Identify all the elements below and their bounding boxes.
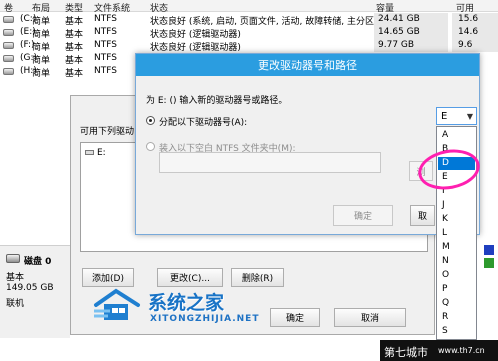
drive-letter-combo[interactable]: E ▼ [436, 107, 477, 125]
dropdown-option[interactable]: Q [438, 297, 475, 310]
filesystem-cell: NTFS [94, 14, 117, 24]
drive-icon [3, 55, 14, 62]
layout-cell: 简单 [32, 69, 51, 79]
table-row[interactable]: (F:) 简单 基本 NTFS 状态良好 (逻辑驱动器) 9.77 GB 9.6 [0, 39, 498, 53]
disk-icon [6, 254, 20, 263]
filesystem-cell: NTFS [94, 53, 117, 63]
cancel-button[interactable]: 取 [410, 205, 435, 226]
table-row[interactable]: (C:) 简单 基本 NTFS 状态良好 (系统, 启动, 页面文件, 活动, … [0, 13, 498, 27]
free-cell: 9.6 [458, 40, 473, 50]
capacity-cell: 9.77 GB [378, 40, 415, 50]
disk-size: 149.05 GB [6, 283, 54, 293]
type-cell: 基本 [65, 69, 84, 79]
watermark-title: 系统之家 [148, 292, 225, 314]
delete-button[interactable]: 删除(R) [231, 268, 284, 287]
dropdown-option[interactable]: P [438, 283, 475, 296]
capacity-cell: 14.65 GB [378, 27, 420, 37]
legend-strip-green [484, 258, 494, 268]
filesystem-cell: NTFS [94, 66, 117, 76]
disk-status: 联机 [6, 299, 25, 309]
dialog-prompt: 为 E: () 输入新的驱动器号或路径。 [146, 96, 288, 106]
dialog-title[interactable]: 更改驱动器号和路径 [136, 54, 479, 76]
site-watermark: 系统之家 XITONGZHIJIA.NET [92, 287, 288, 327]
free-cell: 15.6 [458, 14, 479, 24]
house-logo-icon [94, 288, 140, 320]
badge-name: 第七城市 [384, 346, 428, 359]
drive-icon [3, 16, 14, 23]
folder-path-input[interactable] [159, 152, 381, 173]
dropdown-option[interactable]: R [438, 311, 475, 324]
filesystem-cell: NTFS [94, 40, 117, 50]
corner-badge: 第七城市 www.th7.cn [380, 340, 498, 361]
list-item[interactable]: E: [85, 148, 106, 158]
capacity-cell: 24.41 GB [378, 14, 420, 24]
disk-name: 磁盘 0 [24, 257, 52, 267]
ok-button[interactable]: 确定 [333, 205, 393, 226]
outer-cancel-button[interactable]: 取消 [334, 308, 406, 327]
disk-type: 基本 [6, 273, 25, 283]
table-row[interactable]: (E:) 简单 基本 NTFS 状态良好 (逻辑驱动器) 14.65 GB 14… [0, 26, 498, 40]
dropdown-option[interactable]: J [438, 199, 475, 212]
dropdown-option[interactable]: K [438, 213, 475, 226]
filesystem-cell: NTFS [94, 27, 117, 37]
change-button[interactable]: 更改(C)... [157, 268, 223, 287]
free-cell: 14.6 [458, 27, 479, 37]
dropdown-option[interactable]: S [438, 325, 475, 338]
volume-table-header: 卷 布局 类型 文件系统 状态 容量 可用 [0, 0, 498, 14]
drive-icon [3, 68, 14, 75]
drive-icon [85, 150, 94, 155]
watermark-subtitle: XITONGZHIJIA.NET [150, 314, 260, 324]
dropdown-option[interactable]: A [438, 129, 475, 142]
assign-letter-radio[interactable] [146, 116, 155, 125]
chevron-down-icon[interactable]: ▼ [467, 112, 473, 121]
outer-dialog-label: 可用下列驱动 [80, 127, 135, 137]
mount-folder-radio[interactable] [146, 142, 155, 151]
drive-icon [3, 42, 14, 49]
dropdown-option[interactable]: M [438, 241, 475, 254]
list-item-label: E: [97, 148, 106, 158]
add-button[interactable]: 添加(D) [82, 268, 134, 287]
dropdown-option[interactable]: L [438, 227, 475, 240]
dropdown-option[interactable]: O [438, 269, 475, 282]
badge-url: www.th7.cn [438, 346, 485, 355]
dropdown-option[interactable]: N [438, 255, 475, 268]
disk-panel: 磁盘 0 基本 149.05 GB 联机 [0, 245, 70, 338]
assign-letter-label[interactable]: 分配以下驱动器号(A): [159, 115, 247, 128]
legend-strip-blue [484, 245, 494, 255]
drive-icon [3, 29, 14, 36]
combo-value: E [441, 111, 448, 122]
